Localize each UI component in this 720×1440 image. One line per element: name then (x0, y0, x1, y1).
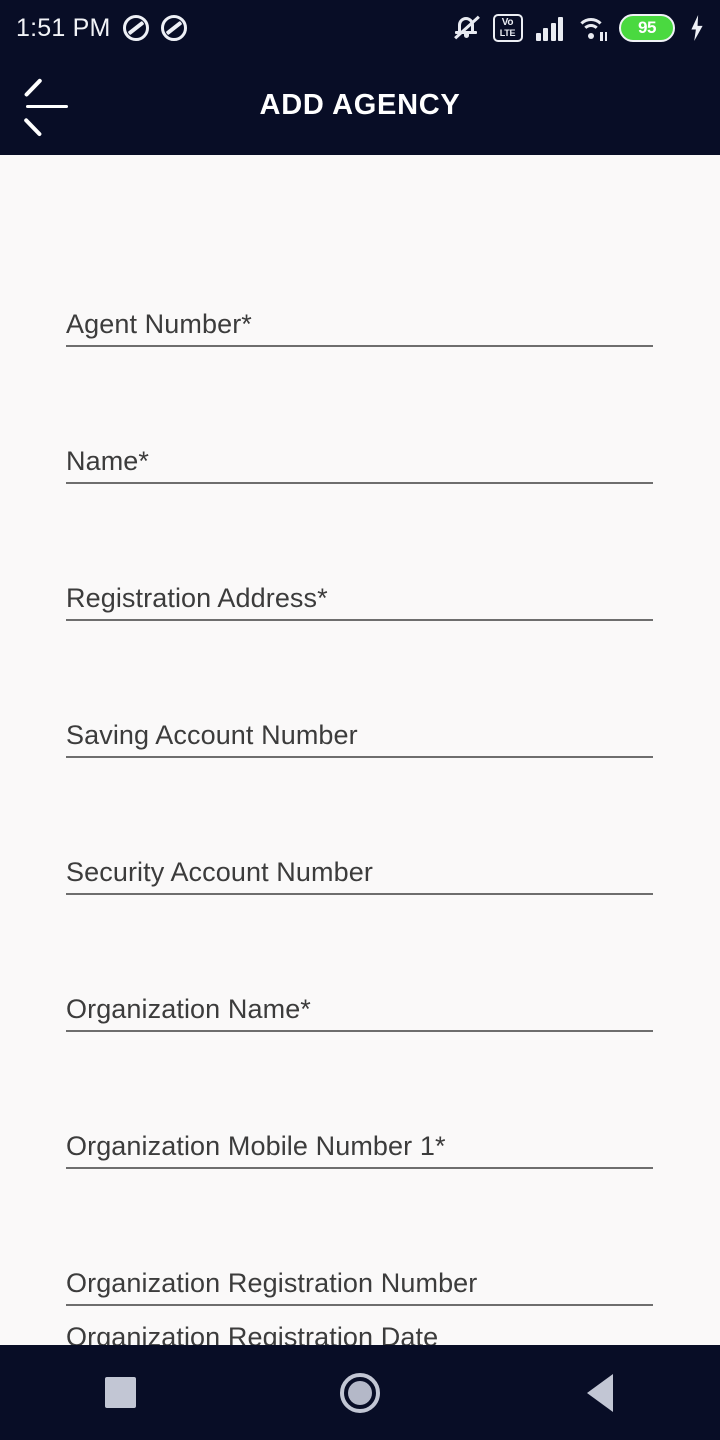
volte-bottom-label: LTE (499, 28, 516, 38)
field-label: Agent Number* (66, 309, 252, 339)
field-label: Organization Name* (66, 994, 311, 1024)
volte-icon: Vo LTE (492, 14, 523, 42)
field-underline (66, 345, 653, 347)
field-saving-account-number[interactable]: Saving Account Number (66, 639, 654, 776)
field-underline (66, 1304, 653, 1306)
field-organization-name[interactable]: Organization Name* (66, 913, 654, 1050)
field-label: Organization Registration Date (66, 1324, 439, 1345)
recents-button[interactable] (60, 1345, 180, 1440)
field-label: Registration Address* (66, 583, 328, 613)
dnd-icon (122, 15, 149, 41)
status-bar-left: 1:51 PM (16, 14, 187, 43)
battery-level-label: 95 (637, 18, 657, 37)
battery-icon: 95 (619, 14, 675, 42)
field-underline (66, 482, 653, 484)
square-icon (104, 1377, 136, 1408)
field-organization-registration-number[interactable]: Organization Registration Number (66, 1187, 654, 1324)
home-button[interactable] (300, 1345, 420, 1440)
charging-bolt-icon (688, 14, 706, 42)
back-button[interactable] (540, 1345, 660, 1440)
signal-icon (535, 15, 563, 41)
field-underline (66, 756, 653, 758)
page-title: ADD AGENCY (259, 89, 461, 121)
field-label: Organization Registration Number (66, 1268, 478, 1298)
app-bar: ADD AGENCY (0, 56, 720, 155)
status-bar: 1:51 PM Vo LTE 95 (0, 0, 720, 56)
field-organization-registration-date[interactable]: Organization Registration Date (66, 1324, 654, 1345)
field-label: Organization Mobile Number 1* (66, 1131, 446, 1161)
field-underline (66, 619, 653, 621)
field-underline (66, 893, 653, 895)
volte-top-label: Vo (501, 17, 514, 28)
system-navigation-bar (0, 1345, 720, 1440)
field-security-account-number[interactable]: Security Account Number (66, 776, 654, 913)
dnd-icon-secondary (160, 15, 187, 41)
field-label: Security Account Number (66, 857, 373, 887)
field-underline (66, 1167, 653, 1169)
field-agent-number[interactable]: Agent Number* (66, 228, 654, 365)
form-fields-container: Agent Number* Name* Registration Address… (0, 155, 720, 1345)
status-clock: 1:51 PM (16, 13, 111, 42)
field-name[interactable]: Name* (66, 365, 654, 502)
wifi-icon (576, 16, 607, 41)
form-scroll-area[interactable]: Agent Number* Name* Registration Address… (0, 155, 720, 1345)
field-label: Name* (66, 446, 150, 476)
field-registration-address[interactable]: Registration Address* (66, 502, 654, 639)
field-label: Saving Account Number (66, 720, 358, 750)
triangle-left-icon (587, 1373, 613, 1412)
field-underline (66, 1030, 653, 1032)
arrow-left-icon[interactable] (14, 71, 84, 141)
circle-icon (340, 1372, 380, 1413)
bell-mute-icon (453, 14, 480, 42)
status-bar-right: Vo LTE 95 (453, 14, 707, 42)
phone-screen: 1:51 PM Vo LTE 95 ADD AGENCY Agent Numbe… (0, 0, 720, 1440)
field-organization-mobile-number-1[interactable]: Organization Mobile Number 1* (66, 1050, 654, 1187)
